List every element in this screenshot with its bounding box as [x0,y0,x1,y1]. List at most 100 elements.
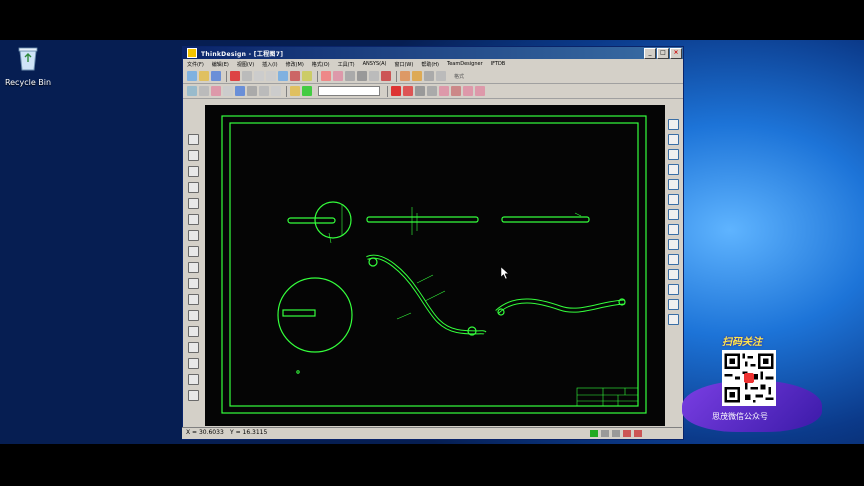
pen-status-icon[interactable] [623,430,631,437]
menu-ansys[interactable]: ANSYS(A) [363,61,387,67]
menu-format[interactable]: 格式(O) [312,61,330,68]
hatch-style-icon[interactable] [436,71,446,81]
menu-window[interactable]: 窗口(W) [394,61,413,68]
grid-status-icon[interactable] [612,430,620,437]
ortho-status-icon[interactable] [601,430,609,437]
line-tool-icon[interactable] [188,134,199,145]
circle-3pt-tool-icon[interactable] [188,246,199,257]
section-view-icon[interactable] [199,86,209,96]
undo-icon[interactable] [230,71,240,81]
spline-tool-icon[interactable] [188,326,199,337]
drawing-canvas[interactable] [205,105,665,426]
center-point-tool-icon[interactable] [188,214,199,225]
minimize-button[interactable]: _ [644,47,656,59]
layer-status-icon[interactable] [634,430,642,437]
select-pointer-icon[interactable] [321,71,331,81]
maximize-button[interactable]: □ [657,47,669,59]
snap-icon[interactable] [369,71,379,81]
offset-icon[interactable] [463,86,473,96]
parallel-line-tool-icon[interactable] [188,166,199,177]
diameter-dimension-icon[interactable] [668,164,679,175]
tolerance-icon[interactable] [668,224,679,235]
pen-icon[interactable] [247,86,257,96]
zoom-all-icon[interactable] [302,71,312,81]
sheet-icon[interactable] [235,86,245,96]
weld-icon[interactable] [668,314,679,325]
grid-icon[interactable] [357,71,367,81]
extend-icon[interactable] [415,86,425,96]
radial-dimension-icon[interactable] [668,149,679,160]
menu-teamdesigner[interactable]: TeamDesigner [447,61,483,67]
chamfer-icon[interactable] [451,86,461,96]
table-icon[interactable] [668,269,679,280]
filter-icon[interactable] [333,71,343,81]
new-file-icon[interactable] [187,71,197,81]
transform-icon[interactable] [259,86,269,96]
measure-icon[interactable] [400,71,410,81]
zoom-window-icon[interactable] [290,71,300,81]
menu-view[interactable]: 视图(V) [237,61,254,68]
view-icon[interactable] [187,86,197,96]
save-icon[interactable] [211,71,221,81]
paste-icon[interactable] [266,71,276,81]
text-style-icon[interactable] [412,71,422,81]
refresh-icon[interactable] [381,71,391,81]
break-icon[interactable] [427,86,437,96]
print-icon[interactable] [278,71,288,81]
promo-title: 扫码关注 [722,337,762,348]
hatch-tool-icon[interactable] [188,374,199,385]
polyline-tool-icon[interactable] [188,150,199,161]
menu-insert[interactable]: 插入(I) [262,61,277,68]
circle-tool-icon[interactable] [188,230,199,241]
copy-icon[interactable] [254,71,264,81]
desktop-icon-recycle-bin[interactable]: Recycle Bin [4,44,52,87]
text-tool-icon[interactable] [188,390,199,401]
menu-file[interactable]: 文件(F) [187,61,204,68]
balloon-icon[interactable] [668,254,679,265]
video-letterbox-bottom [0,444,864,486]
polygon-tool-icon[interactable] [188,310,199,321]
open-file-icon[interactable] [199,71,209,81]
arc-tool-icon[interactable] [188,262,199,273]
fillet-icon[interactable] [439,86,449,96]
menu-help[interactable]: 帮助(H) [421,61,439,68]
ellipse-tool-icon[interactable] [188,278,199,289]
toolbar-format-label: 格式 [454,73,465,80]
snap-status-icon[interactable] [590,430,598,437]
angle-line-tool-icon[interactable] [188,198,199,209]
detail-view-icon[interactable] [211,86,221,96]
align-icon[interactable] [271,86,281,96]
trim-icon[interactable] [403,86,413,96]
promo-caption: 思茂微信公众号 [712,412,768,421]
rectangle-tool-icon[interactable] [188,294,199,305]
mirror-icon[interactable] [475,86,485,96]
menu-iftdb[interactable]: IFTDB [491,61,506,67]
aligned-dimension-icon[interactable] [668,134,679,145]
layer-manager-icon[interactable] [290,86,300,96]
redo-icon[interactable] [242,71,252,81]
chamfer-tool-icon[interactable] [188,358,199,369]
status-x-coordinate: X = 30.6033 [186,429,224,436]
qr-code-icon[interactable] [722,350,776,406]
menu-modify[interactable]: 修改(M) [286,61,304,68]
layer-icon[interactable] [345,71,355,81]
perpendicular-line-tool-icon[interactable] [188,182,199,193]
menu-edit[interactable]: 编辑(E) [212,61,229,68]
annotation-icon[interactable] [668,284,679,295]
menu-tools[interactable]: 工具(T) [338,61,355,68]
color-icon[interactable] [302,86,312,96]
ordinate-dimension-icon[interactable] [668,194,679,205]
menu-bar: 文件(F) 编辑(E) 视图(V) 插入(I) 修改(M) 格式(O) 工具(T… [183,59,683,69]
close-button[interactable]: × [670,47,682,59]
title-bar[interactable]: ThinkDesign - [工程图7] _ □ × [183,47,683,59]
leader-icon[interactable] [668,209,679,220]
fillet-tool-icon[interactable] [188,342,199,353]
layer-combo[interactable] [318,86,380,96]
dimension-style-icon[interactable] [424,71,434,81]
symbol-icon[interactable] [668,299,679,310]
surface-finish-icon[interactable] [668,239,679,250]
delete-icon[interactable] [391,86,401,96]
angular-dimension-icon[interactable] [668,179,679,190]
projection-icon[interactable] [223,86,233,96]
linear-dimension-icon[interactable] [668,119,679,130]
